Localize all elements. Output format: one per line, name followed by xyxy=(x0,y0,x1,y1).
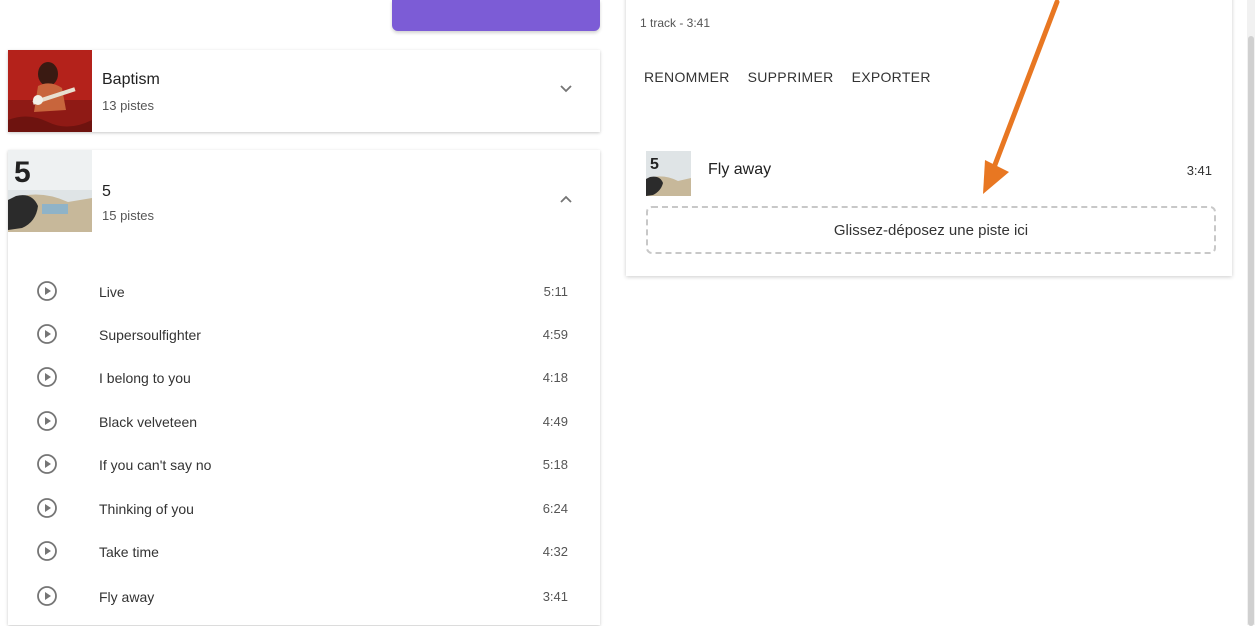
track-dropzone[interactable]: Glissez-déposez une piste ici xyxy=(646,206,1216,254)
export-button[interactable]: EXPORTER xyxy=(848,67,935,87)
chevron-up-icon[interactable] xyxy=(558,192,574,208)
playlist-track-duration: 3:41 xyxy=(1186,163,1212,178)
track-title: Thinking of you xyxy=(99,501,194,517)
list-item[interactable]: If you can't say no 5:18 xyxy=(8,450,600,480)
album-cover-5: 5 xyxy=(646,151,691,196)
list-item[interactable]: Fly away 3:41 xyxy=(8,582,600,612)
track-title: Fly away xyxy=(99,589,155,605)
track-title: If you can't say no xyxy=(99,457,212,473)
list-item[interactable]: Live 5:11 xyxy=(8,277,600,307)
play-circle-icon[interactable] xyxy=(36,585,58,607)
album-header[interactable]: Baptism 13 pistes xyxy=(8,50,600,132)
create-playlist-button[interactable] xyxy=(392,0,600,31)
list-item[interactable]: I belong to you 4:18 xyxy=(8,363,600,393)
track-duration: 4:59 xyxy=(542,327,568,342)
track-duration: 4:49 xyxy=(542,414,568,429)
list-item[interactable]: Take time 4:32 xyxy=(8,537,600,567)
chevron-down-icon[interactable] xyxy=(558,80,574,96)
list-item[interactable]: Supersoulfighter 4:59 xyxy=(8,320,600,350)
play-circle-icon[interactable] xyxy=(36,366,58,388)
delete-button[interactable]: SUPPRIMER xyxy=(744,67,838,87)
list-item[interactable]: Thinking of you 6:24 xyxy=(8,494,600,524)
track-title: I belong to you xyxy=(99,370,191,386)
list-item[interactable]: Black velveteen 4:49 xyxy=(8,407,600,437)
playlist-info: 1 track - 3:41 xyxy=(640,16,711,30)
album-card-5[interactable]: 5 5 15 pistes Live 5:11 Supersoulfighter xyxy=(8,150,600,625)
track-duration: 5:18 xyxy=(542,457,568,472)
track-title: Take time xyxy=(99,544,159,560)
playlist-card: 1 track - 3:41 RENOMMER SUPPRIMER EXPORT… xyxy=(626,0,1232,276)
svg-text:5: 5 xyxy=(14,156,31,189)
play-circle-icon[interactable] xyxy=(36,280,58,302)
playlist-actions: RENOMMER SUPPRIMER EXPORTER xyxy=(640,67,935,87)
track-title: Supersoulfighter xyxy=(99,327,201,343)
albums-panel: Baptism 13 pistes 5 5 15 pistes Live 5:1… xyxy=(0,0,612,625)
scroll-thumb[interactable] xyxy=(1248,36,1254,626)
track-title: Live xyxy=(99,284,125,300)
track-title: Black velveteen xyxy=(99,414,198,430)
album-title: Baptism xyxy=(102,71,160,88)
play-circle-icon[interactable] xyxy=(36,453,58,475)
album-cover-baptism xyxy=(8,50,92,132)
album-cover-5: 5 xyxy=(8,150,92,232)
album-card-baptism[interactable]: Baptism 13 pistes xyxy=(8,50,600,132)
album-cover-label: 5 xyxy=(650,156,659,173)
play-circle-icon[interactable] xyxy=(36,540,58,562)
track-duration: 4:32 xyxy=(542,544,568,559)
album-track-count: 13 pistes xyxy=(102,98,155,113)
album-track-count: 15 pistes xyxy=(102,208,155,223)
track-duration: 5:11 xyxy=(543,284,568,299)
playlist-track-title: Fly away xyxy=(708,161,772,178)
play-circle-icon[interactable] xyxy=(36,497,58,519)
rename-button[interactable]: RENOMMER xyxy=(640,67,734,87)
track-duration: 4:18 xyxy=(542,370,568,385)
album-title: 5 xyxy=(102,183,111,200)
scrollbar[interactable] xyxy=(1247,0,1255,626)
album-header[interactable]: 5 5 15 pistes xyxy=(8,150,600,232)
playlist-track[interactable]: 5 Fly away 3:41 xyxy=(646,151,1218,196)
track-duration: 3:41 xyxy=(542,589,568,604)
track-duration: 6:24 xyxy=(542,501,568,516)
play-circle-icon[interactable] xyxy=(36,323,58,345)
play-circle-icon[interactable] xyxy=(36,410,58,432)
